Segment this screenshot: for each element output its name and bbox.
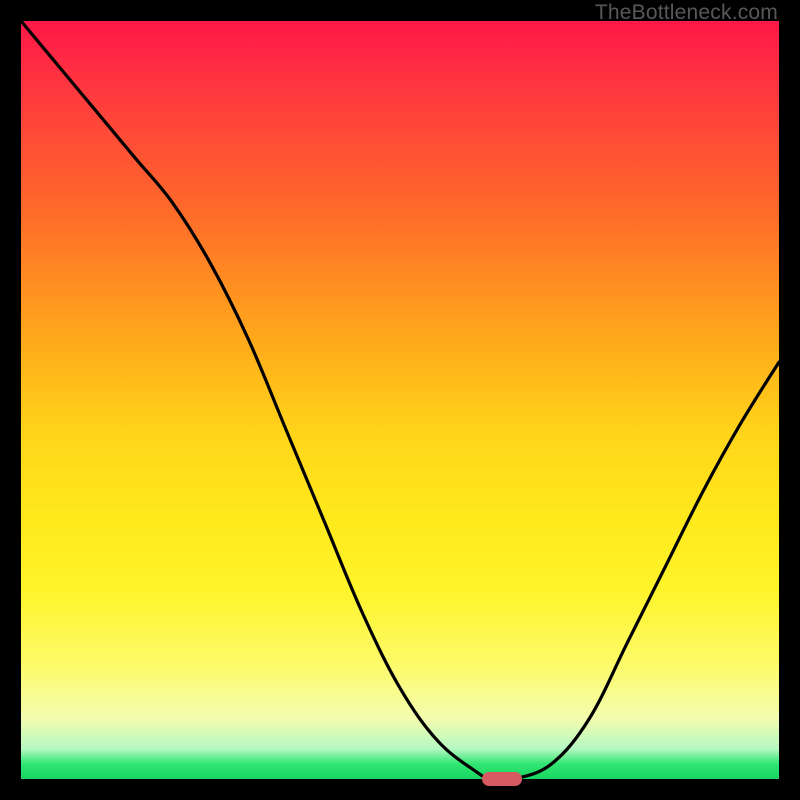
watermark-text: TheBottleneck.com [595,1,778,25]
bottleneck-curve [21,21,779,779]
optimum-marker [482,772,522,786]
plot-area [21,21,779,779]
chart-frame: TheBottleneck.com [0,0,800,800]
